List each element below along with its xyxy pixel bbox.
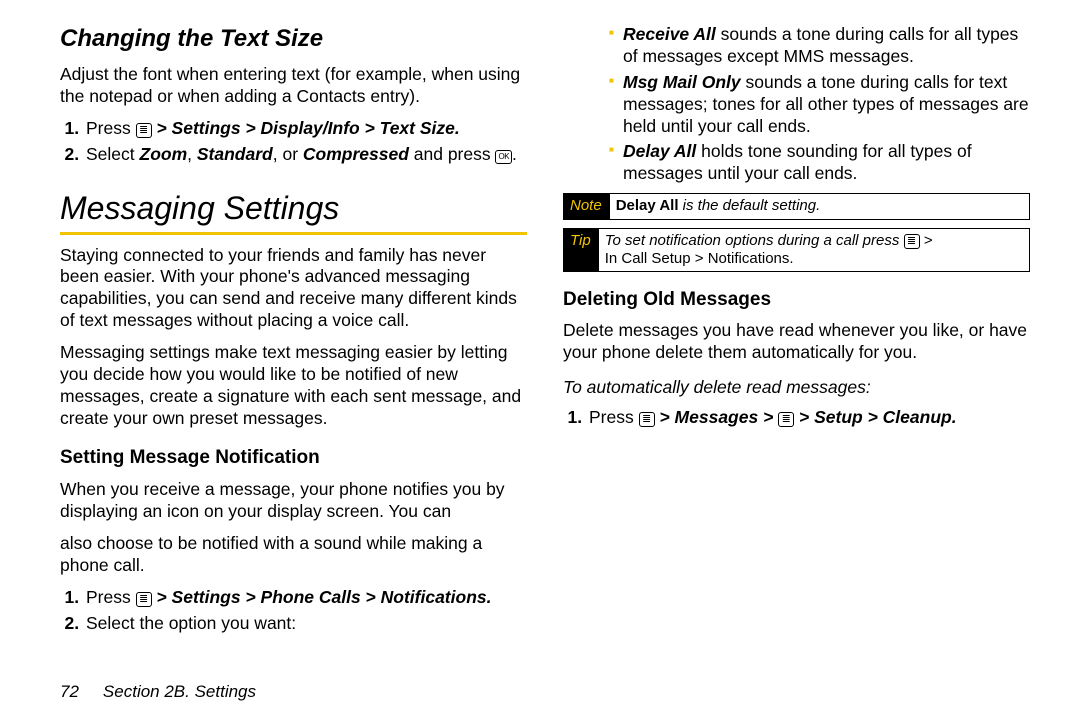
menu-key-icon bbox=[904, 234, 920, 249]
tip-text-a: To set notification options during a cal… bbox=[605, 232, 904, 249]
notif-step-1: Press > Settings > Phone Calls > Notific… bbox=[84, 587, 527, 609]
delete-step-1: Press > Messages > > Setup > Cleanup. bbox=[587, 407, 1030, 429]
note-body: Delay All is the default setting. bbox=[610, 194, 827, 219]
heading-changing-text-size: Changing the Text Size bbox=[60, 24, 527, 54]
heading-deleting-old-messages: Deleting Old Messages bbox=[563, 288, 1030, 312]
note-rest: is the default setting. bbox=[679, 197, 821, 214]
step-text: and press bbox=[409, 144, 496, 164]
changing-step-1: Press > Settings > Display/Info > Text S… bbox=[84, 118, 527, 140]
note-bold: Delay All bbox=[616, 197, 679, 214]
menu-key-icon bbox=[136, 592, 152, 607]
step-text: Press bbox=[86, 587, 136, 607]
menu-key-icon bbox=[136, 123, 152, 138]
option-name: Receive All bbox=[623, 24, 716, 44]
step-path-a: > Messages > bbox=[655, 407, 779, 427]
step-path-b: > Setup > Cleanup. bbox=[794, 407, 956, 427]
changing-step-2: Select Zoom, Standard, or Compressed and… bbox=[84, 144, 527, 166]
heading-messaging-settings: Messaging Settings bbox=[60, 188, 527, 235]
step-path: > Settings > Display/Info > Text Size. bbox=[152, 118, 460, 138]
setnotif-continuation: also choose to be notified with a sound … bbox=[60, 533, 527, 577]
option-zoom: Zoom bbox=[140, 144, 188, 164]
step-text: . bbox=[512, 144, 517, 164]
option-delay-all: Delay All holds tone sounding for all ty… bbox=[609, 141, 1030, 185]
messaging-p1: Staying connected to your friends and fa… bbox=[60, 245, 527, 333]
changing-intro: Adjust the font when entering text (for … bbox=[60, 64, 527, 108]
step-text: Press bbox=[589, 407, 639, 427]
sep: , bbox=[187, 144, 197, 164]
option-standard: Standard bbox=[197, 144, 273, 164]
step-text: Select the option you want: bbox=[86, 613, 296, 633]
page-number: 72 bbox=[60, 682, 79, 701]
tip-body: To set notification options during a cal… bbox=[599, 229, 939, 271]
note-callout: Note Delay All is the default setting. bbox=[563, 193, 1030, 220]
step-text: Select bbox=[86, 144, 140, 164]
heading-setting-message-notification: Setting Message Notification bbox=[60, 446, 527, 470]
delete-p: Delete messages you have read whenever y… bbox=[563, 320, 1030, 364]
sep: , or bbox=[273, 144, 303, 164]
tip-label: Tip bbox=[564, 229, 599, 271]
menu-key-icon bbox=[639, 412, 655, 427]
tip-callout: Tip To set notification options during a… bbox=[563, 228, 1030, 272]
option-msg-mail-only: Msg Mail Only sounds a tone during calls… bbox=[609, 72, 1030, 138]
option-compressed: Compressed bbox=[303, 144, 409, 164]
menu-key-icon bbox=[778, 412, 794, 427]
section-label: Section 2B. Settings bbox=[103, 682, 256, 701]
step-text: Press bbox=[86, 118, 136, 138]
task-lead-auto-delete: To automatically delete read messages: bbox=[563, 377, 1030, 399]
option-name: Delay All bbox=[623, 141, 696, 161]
option-receive-all: Receive All sounds a tone during calls f… bbox=[609, 24, 1030, 68]
option-name: Msg Mail Only bbox=[623, 72, 741, 92]
messaging-p2: Messaging settings make text messaging e… bbox=[60, 342, 527, 430]
ok-key-icon bbox=[495, 150, 512, 164]
setnotif-p: When you receive a message, your phone n… bbox=[60, 479, 527, 523]
tip-text-b: > bbox=[920, 232, 933, 249]
page-footer: 72 Section 2B. Settings bbox=[60, 682, 256, 702]
tip-text-c: In Call Setup > Notifications. bbox=[605, 250, 794, 267]
note-label: Note bbox=[564, 194, 610, 219]
step-path: > Settings > Phone Calls > Notifications… bbox=[152, 587, 492, 607]
